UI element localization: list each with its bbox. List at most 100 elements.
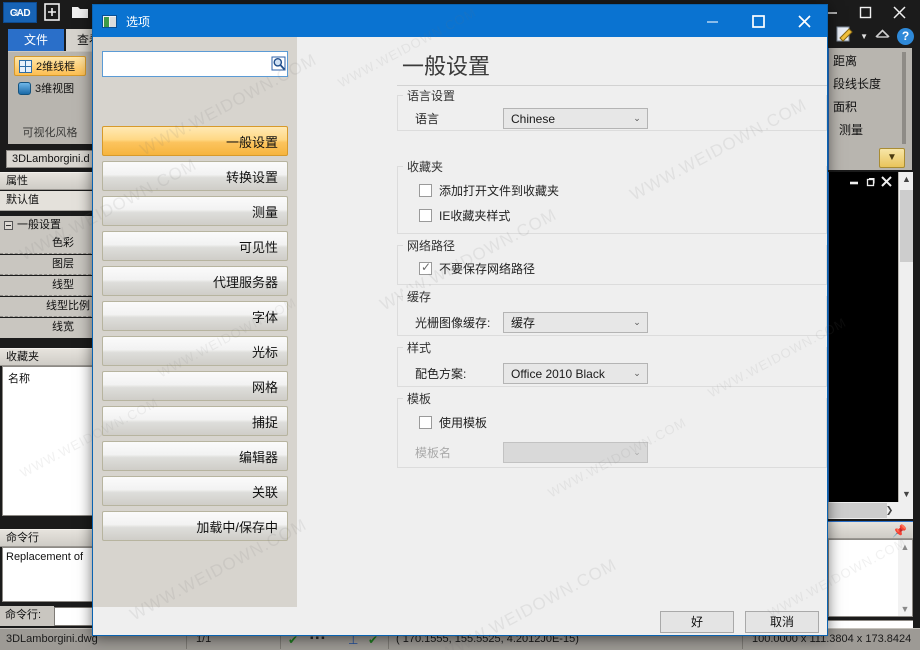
- tab-file[interactable]: 文件: [8, 29, 64, 51]
- cancel-button[interactable]: 取消: [745, 611, 819, 633]
- checkbox-box[interactable]: [419, 260, 432, 275]
- checkbox-add-opened-file-to-favorites[interactable]: 添加打开文件到收藏夹: [419, 182, 559, 199]
- scroll-down-icon[interactable]: ▼: [898, 602, 912, 616]
- chevron-down-icon: ⌄: [633, 447, 641, 457]
- nav-item-editor[interactable]: 编辑器: [102, 441, 288, 471]
- tree-group-general-settings[interactable]: 一般设置: [0, 216, 96, 234]
- secondary-panel-body[interactable]: ▲ ▼: [828, 539, 913, 617]
- drawing-canvas[interactable]: [828, 172, 898, 502]
- color-scheme-select[interactable]: Office 2010 Black ⌄: [503, 363, 648, 384]
- search-box[interactable]: [102, 51, 288, 77]
- nav-item-loading-saving[interactable]: 加载中/保存中: [102, 511, 288, 541]
- chevron-down-icon[interactable]: ▼: [879, 148, 905, 168]
- property-row[interactable]: 图层: [0, 255, 96, 275]
- panel-scrollbar[interactable]: [902, 52, 906, 144]
- row-template-name: 模板名 ⌄: [415, 442, 648, 463]
- checkbox-do-not-save-network-path[interactable]: 不要保存网络路径: [419, 260, 535, 277]
- visual-style-label: 2维线框: [36, 61, 76, 73]
- measure-item-polyline-length[interactable]: 段线长度: [831, 73, 907, 96]
- checkbox-box[interactable]: [419, 416, 432, 429]
- chevron-down-icon: ⌄: [633, 317, 641, 327]
- ribbon-right-tools: ▼ ?: [836, 26, 914, 46]
- scrollbar-thumb[interactable]: [900, 190, 913, 262]
- cad-maximize-button[interactable]: [848, 0, 882, 24]
- chevron-down-icon[interactable]: ▼: [860, 32, 868, 41]
- measure-item-area[interactable]: 面积: [831, 96, 907, 119]
- search-input[interactable]: [110, 53, 268, 75]
- drawing-restore-button[interactable]: [865, 176, 876, 190]
- dialog-minimize-button[interactable]: [689, 5, 735, 37]
- search-magnifier-icon[interactable]: [268, 52, 290, 76]
- scroll-up-icon[interactable]: ▲: [898, 540, 912, 554]
- field-label: 光栅图像缓存:: [415, 316, 491, 330]
- dialog-maximize-button[interactable]: [735, 5, 781, 37]
- dialog-title: 选项: [126, 14, 151, 29]
- cad-close-button[interactable]: [882, 0, 916, 24]
- field-label: 模板名: [415, 446, 452, 460]
- nav-item-snap[interactable]: 捕捉: [102, 406, 288, 436]
- ok-button[interactable]: 好: [660, 611, 734, 633]
- property-row[interactable]: 色彩: [0, 234, 96, 254]
- home-icon[interactable]: [874, 27, 891, 45]
- checkbox-use-template[interactable]: 使用模板: [419, 414, 487, 431]
- secondary-panel-scrollbar[interactable]: ▲ ▼: [898, 540, 912, 616]
- new-file-icon[interactable]: [42, 3, 64, 22]
- template-name-select: ⌄: [503, 442, 648, 463]
- visual-style-3d-view[interactable]: 3维视图: [14, 78, 78, 98]
- checkbox-label: 不要保存网络路径: [439, 262, 536, 276]
- scroll-right-icon[interactable]: ❯: [882, 502, 897, 519]
- language-select[interactable]: Chinese ⌄: [503, 108, 648, 129]
- page-title: 一般设置: [402, 54, 491, 79]
- collapse-icon[interactable]: [4, 220, 13, 230]
- pin-icon[interactable]: 📌: [892, 524, 907, 538]
- dialog-content: 一般设置 语言设置 语言 Chinese ⌄ 收藏夹 添加打开文件到收藏夹 IE…: [297, 37, 827, 607]
- nav-item-conversion-settings[interactable]: 转换设置: [102, 161, 288, 191]
- checkbox-box[interactable]: [419, 184, 432, 197]
- nav-item-measurement[interactable]: 测量: [102, 196, 288, 226]
- scroll-down-icon[interactable]: ▼: [899, 487, 914, 502]
- property-row[interactable]: 线宽: [0, 318, 96, 338]
- canvas-horizontal-scrollbar[interactable]: ❯: [828, 502, 913, 519]
- dialog-title-bar: 选项: [93, 5, 827, 37]
- measure-tools-panel: 距离 段线长度 面积 测量 ▼: [828, 48, 912, 170]
- scroll-up-icon[interactable]: ▲: [899, 172, 914, 187]
- nav-item-general-settings[interactable]: 一般设置: [102, 126, 288, 156]
- group-style: 样式 配色方案: Office 2010 Black ⌄: [397, 339, 827, 387]
- property-row[interactable]: 线型: [0, 276, 96, 296]
- checkbox-ie-favorites-style[interactable]: IE收藏夹样式: [419, 207, 510, 224]
- scrollbar-thumb[interactable]: [829, 503, 887, 518]
- nav-item-cursor[interactable]: 光标: [102, 336, 288, 366]
- command-input-label: 命令行:: [0, 606, 54, 626]
- color-scheme-select-value: Office 2010 Black: [511, 366, 605, 381]
- measure-item-distance[interactable]: 距离: [831, 50, 907, 73]
- status-filename: 3DLamborgini.dwg: [6, 633, 98, 645]
- drawing-name-field[interactable]: 3DLamborgini.d: [6, 150, 98, 168]
- row-language: 语言 Chinese ⌄: [415, 108, 648, 129]
- open-folder-icon[interactable]: [70, 3, 92, 22]
- nav-item-visibility[interactable]: 可见性: [102, 231, 288, 261]
- default-value-row: 默认值: [0, 191, 96, 211]
- checkbox-box[interactable]: [419, 209, 432, 222]
- screen: ✛ CAD ▼ ? 文件 查看 2维线框 3维视图 可视化风格 3DLambor…: [0, 0, 920, 650]
- measure-item-measure[interactable]: 测量: [831, 119, 907, 142]
- help-icon[interactable]: ?: [897, 27, 914, 45]
- dialog-close-button[interactable]: [781, 5, 827, 37]
- checkbox-label: 添加打开文件到收藏夹: [439, 184, 560, 198]
- nav-item-fonts[interactable]: 字体: [102, 301, 288, 331]
- drawing-minimize-button[interactable]: [849, 176, 860, 190]
- drawing-close-button[interactable]: [881, 176, 892, 190]
- group-favorites: 收藏夹 添加打开文件到收藏夹 IE收藏夹样式: [397, 158, 827, 234]
- nav-item-proxy-server[interactable]: 代理服务器: [102, 266, 288, 296]
- raster-cache-select[interactable]: 缓存 ⌄: [503, 312, 648, 333]
- command-input[interactable]: [54, 606, 96, 626]
- canvas-vertical-scrollbar[interactable]: ▲ ▼: [898, 172, 913, 502]
- field-label: 配色方案:: [415, 367, 467, 381]
- nav-item-grid[interactable]: 网格: [102, 371, 288, 401]
- visual-style-2d-wireframe[interactable]: 2维线框: [14, 56, 86, 76]
- row-raster-image-cache: 光栅图像缓存: 缓存 ⌄: [415, 312, 648, 333]
- nav-item-association[interactable]: 关联: [102, 476, 288, 506]
- property-row[interactable]: 线型比例: [0, 297, 96, 317]
- chevron-down-icon: ⌄: [633, 368, 641, 378]
- favorites-list[interactable]: 名称: [2, 366, 94, 516]
- edit-pencil-icon[interactable]: [836, 26, 854, 46]
